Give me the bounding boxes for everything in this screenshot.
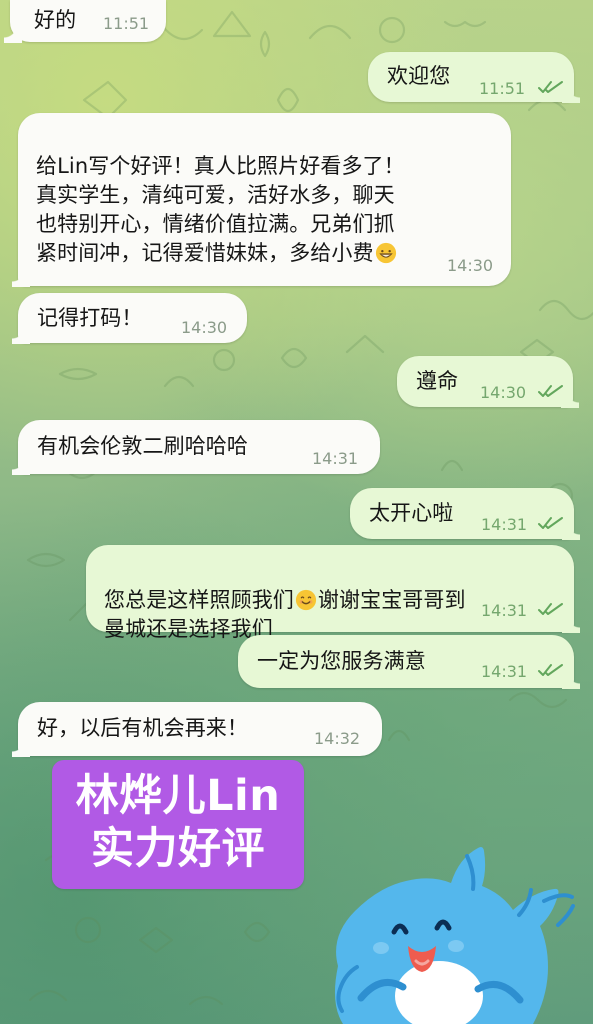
promo-line-2: 实力好评 <box>91 824 265 874</box>
message-text: 太开心啦 <box>369 501 454 525</box>
message-timestamp: 11:51 <box>479 79 526 98</box>
message-timestamp: 14:31 <box>481 601 528 620</box>
message-timestamp: 14:30 <box>447 256 494 275</box>
double-check-icon <box>538 385 563 397</box>
message-timestamp: 14:31 <box>481 662 528 681</box>
message-text: 遵命 <box>416 369 459 393</box>
message-timestamp: 14:30 <box>181 318 228 337</box>
message-text: 好，以后有机会再来！ <box>37 716 248 740</box>
message-bubble[interactable]: 一定为您服务满意 14:31 <box>238 635 580 689</box>
double-check-icon <box>538 664 563 676</box>
promo-badge: 林烨儿Lin 实力好评 <box>52 760 304 889</box>
promo-line-1: 林烨儿Lin <box>75 771 281 821</box>
message-bubble[interactable]: 记得打码！ 14:30 <box>12 293 247 344</box>
message-text: 好的 <box>34 8 77 32</box>
message-bubble[interactable]: 给Lin写个好评！真人比照片好看多了！ 真实学生，清纯可爱，活好水多，聊天 也特… <box>12 113 511 287</box>
message-bubble[interactable]: 太开心啦 14:31 <box>350 488 580 540</box>
message-text: 给Lin写个好评！真人比照片好看多了！ 真实学生，清纯可爱，活好水多，聊天 也特… <box>36 123 496 268</box>
message-timestamp: 11:51 <box>103 14 150 33</box>
double-check-icon <box>538 517 563 529</box>
message-timestamp: 14:31 <box>481 515 528 534</box>
grinning-face-icon <box>375 242 396 264</box>
message-text: 有机会伦敦二刷哈哈哈 <box>37 434 248 458</box>
message-timestamp: 14:31 <box>312 449 359 468</box>
message-text: 欢迎您 <box>387 64 451 88</box>
double-check-icon <box>538 81 563 93</box>
message-text-part-1: 您总是这样照顾我们 <box>104 588 294 612</box>
message-bubble[interactable]: 有机会伦敦二刷哈哈哈 14:31 <box>12 420 380 475</box>
message-bubble[interactable]: 遵命 14:30 <box>397 356 579 408</box>
smiling-face-icon <box>295 589 316 611</box>
blue-cat-sticker-icon <box>334 847 575 1024</box>
message-text-main: 给Lin写个好评！真人比照片好看多了！ 真实学生，清纯可爱，活好水多，聊天 也特… <box>36 154 405 265</box>
message-bubble[interactable]: 欢迎您 11:51 <box>368 52 580 103</box>
message-timestamp: 14:30 <box>480 383 527 402</box>
message-bubble[interactable]: 好，以后有机会再来！ 14:32 <box>12 702 382 757</box>
message-bubble[interactable]: 好的 11:51 <box>4 0 166 43</box>
message-timestamp: 14:32 <box>314 729 361 748</box>
message-bubble[interactable]: 您总是这样照顾我们 谢谢宝宝哥哥到 曼城还是选择我们 14:31 <box>86 545 580 641</box>
message-text: 记得打码！ <box>37 306 143 330</box>
message-text: 一定为您服务满意 <box>257 649 426 673</box>
double-check-icon <box>538 603 563 615</box>
